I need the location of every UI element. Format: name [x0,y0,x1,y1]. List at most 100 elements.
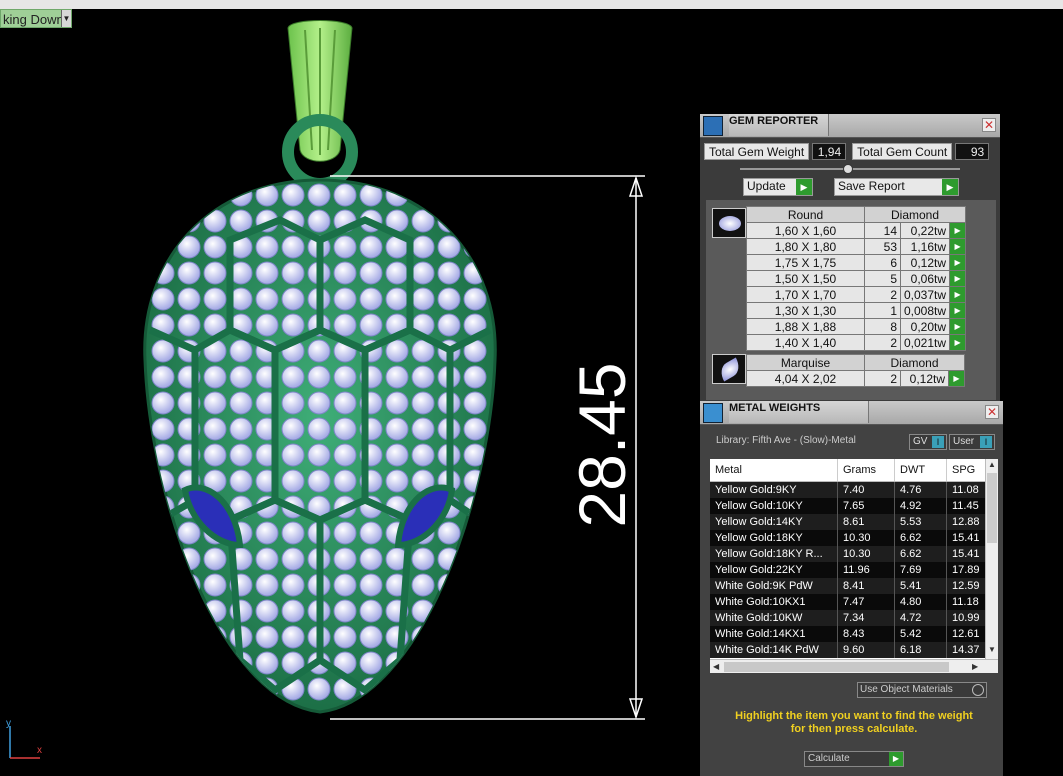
gem-size: 1,40 X 1,40 [746,334,865,351]
scrollbar-thumb[interactable] [987,473,997,543]
select-row-icon[interactable]: ▶ [949,238,967,255]
pave-stone [229,365,253,389]
gem-row[interactable]: 1,70 X 1,70 2 0,037tw ▶ [746,286,967,303]
close-icon[interactable]: ✕ [985,405,999,419]
metal-row[interactable]: White Gold:14KX1 8.43 5.42 12.61 [710,626,998,642]
pave-stone [203,209,227,233]
metal-spg: 12.88 [947,514,986,530]
update-button[interactable]: Update ▶ [743,178,813,196]
gem-row[interactable]: 1,80 X 1,80 53 1,16tw ▶ [746,238,967,255]
pave-stone [151,391,175,415]
gem-reporter-panel: GEM REPORTER ✕ Total Gem Weight 1,94 Tot… [700,114,1000,404]
pave-stone [307,183,331,207]
select-row-icon[interactable]: ▶ [949,286,967,303]
triangle-down-icon[interactable]: ▼ [61,10,71,27]
report-slider[interactable] [740,164,960,174]
pave-stone [333,547,357,571]
pave-stone [385,677,409,701]
metal-table: Metal Grams DWT SPG Yellow Gold:9KY 7.40 4… [710,459,998,673]
pave-stone [333,521,357,545]
column-metal[interactable]: Metal [710,459,838,481]
pave-stone [385,365,409,389]
vertical-scrollbar[interactable]: ▲ ▼ [985,459,998,659]
gem-weight: 0,06tw [899,270,951,287]
select-row-icon[interactable]: ▶ [949,334,967,351]
gv-toggle[interactable]: GV I [909,434,947,450]
pave-stone [385,287,409,311]
pave-stone [437,287,461,311]
select-row-icon[interactable]: ▶ [949,318,967,335]
metal-row[interactable]: Yellow Gold:14KY 8.61 5.53 12.88 [710,514,998,530]
metal-weights-titlebar[interactable]: METAL WEIGHTS ✕ [700,401,1003,425]
pave-stone [385,443,409,467]
chevron-up-icon[interactable]: ▲ [988,460,996,469]
gem-row[interactable]: 1,40 X 1,40 2 0,021tw ▶ [746,334,967,351]
total-count-value: 93 [955,143,990,160]
pave-stone [281,261,305,285]
metal-row[interactable]: Yellow Gold:18KY 10.30 6.62 15.41 [710,530,998,546]
radio-icon[interactable] [972,684,984,696]
metal-row[interactable]: White Gold:9K PdW 8.41 5.41 12.59 [710,578,998,594]
pave-stone [177,209,201,233]
metal-row[interactable]: White Gold:14K PdW 9.60 6.18 14.37 [710,642,998,658]
select-row-icon[interactable]: ▶ [949,270,967,287]
gem-weight: 0,20tw [899,318,951,335]
viewport-scene[interactable]: 28.45 [0,0,700,776]
scrollbar-thumb[interactable] [724,662,949,672]
close-icon[interactable]: ✕ [982,118,996,132]
gem-row[interactable]: 1,88 X 1,88 8 0,20tw ▶ [746,318,967,335]
horizontal-scrollbar[interactable]: ◀ ▶ [710,659,998,673]
gem-weight: 0,021tw [899,334,951,351]
slider-knob[interactable] [843,164,853,174]
axis-x-label: x [37,745,42,756]
metal-row[interactable]: Yellow Gold:10KY 7.65 4.92 11.45 [710,498,998,514]
pave-stone [333,599,357,623]
pave-stone [177,625,201,649]
pave-stone [307,391,331,415]
metal-row[interactable]: Yellow Gold:22KY 11.96 7.69 17.89 [710,562,998,578]
column-spg[interactable]: SPG [947,459,986,481]
metal-dwt: 4.92 [895,498,947,514]
pave-stone [151,365,175,389]
select-row-icon[interactable]: ▶ [948,370,965,387]
viewport-label[interactable]: king Down ▼ [0,9,72,28]
metal-spg: 15.41 [947,546,986,562]
metal-grams: 8.61 [838,514,895,530]
save-report-button[interactable]: Save Report ▶ [834,178,959,196]
pave-stone [333,235,357,259]
metal-name: Yellow Gold:18KY [710,530,838,546]
metal-row[interactable]: White Gold:10KX1 7.47 4.80 11.18 [710,594,998,610]
metal-name: White Gold:14K PdW [710,642,838,658]
metal-row[interactable]: Yellow Gold:18KY R... 10.30 6.62 15.41 [710,546,998,562]
gem-weight: 0,037tw [899,286,951,303]
select-row-icon[interactable]: ▶ [949,254,967,271]
chevron-down-icon[interactable]: ▼ [988,645,996,654]
pave-stone [411,547,435,571]
gem-row[interactable]: 4,04 X 2,02 2 0,12tw ▶ [746,370,965,387]
gem-row[interactable]: 1,30 X 1,30 1 0,008tw ▶ [746,302,967,319]
select-row-icon[interactable]: ▶ [949,222,967,239]
gem-row[interactable]: 1,60 X 1,60 14 0,22tw ▶ [746,222,967,239]
metal-row[interactable]: Yellow Gold:9KY 7.40 4.76 11.08 [710,482,998,498]
metal-dwt: 5.53 [895,514,947,530]
pave-stone [229,469,253,493]
gem-reporter-titlebar[interactable]: GEM REPORTER ✕ [700,114,1000,138]
select-row-icon[interactable]: ▶ [949,302,967,319]
pave-stone [229,209,253,233]
metal-dwt: 4.76 [895,482,947,498]
round-material-header: Diamond [863,206,967,223]
calculate-button[interactable]: Calculate ▶ [804,751,904,767]
chevron-right-icon[interactable]: ▶ [972,662,978,671]
gem-size: 1,30 X 1,30 [746,302,865,319]
use-object-materials-option[interactable]: Use Object Materials [857,682,987,698]
metal-row[interactable]: White Gold:10KW 7.34 4.72 10.99 [710,610,998,626]
gem-row[interactable]: 1,50 X 1,50 5 0,06tw ▶ [746,270,967,287]
column-dwt[interactable]: DWT [895,459,947,481]
column-grams[interactable]: Grams [838,459,895,481]
metal-spg: 14.37 [947,642,986,658]
pave-stone [333,287,357,311]
chevron-left-icon[interactable]: ◀ [713,662,719,671]
gem-row[interactable]: 1,75 X 1,75 6 0,12tw ▶ [746,254,967,271]
pave-stone [307,417,331,441]
user-toggle[interactable]: User I [949,434,995,450]
